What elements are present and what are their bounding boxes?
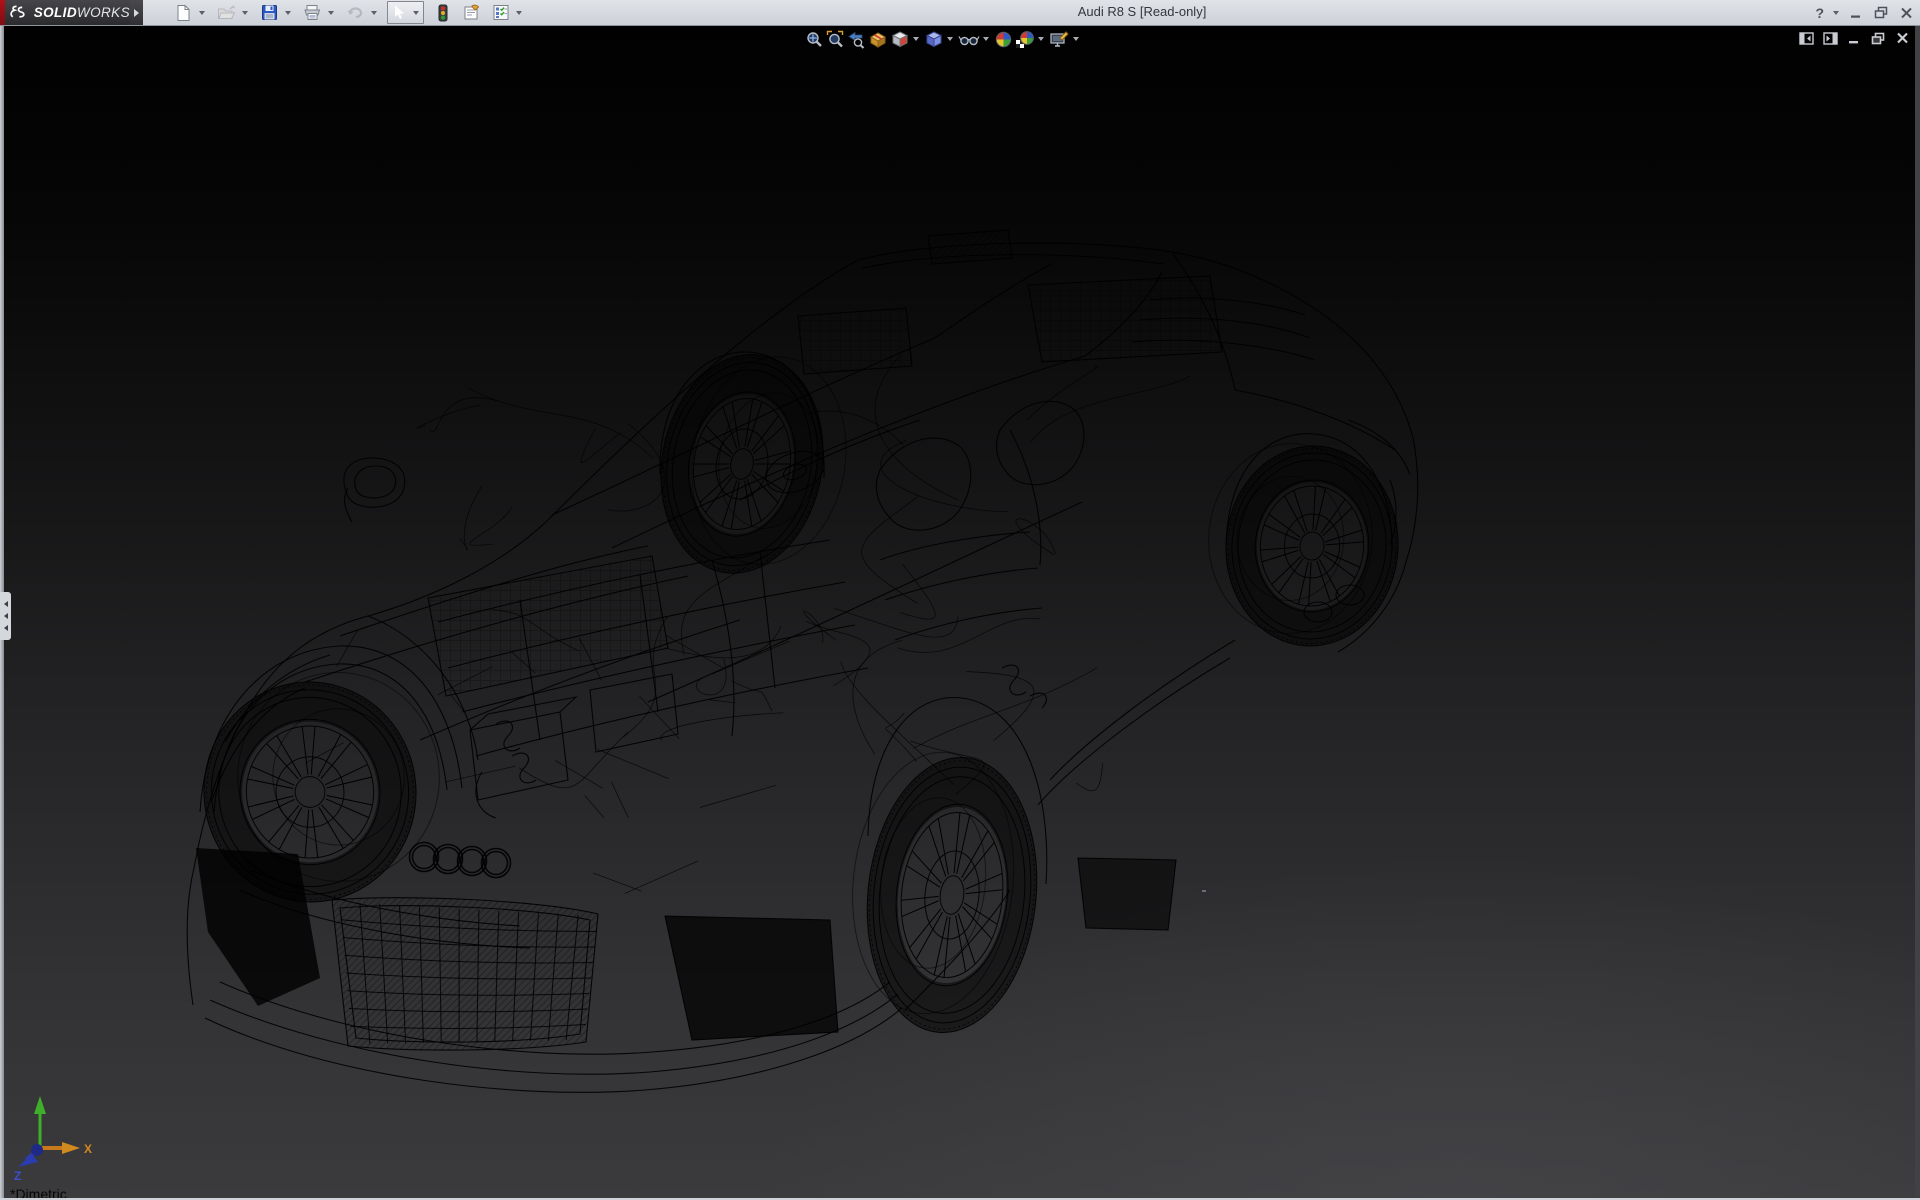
close-button[interactable] bbox=[1898, 5, 1914, 21]
heads-up-view-toolbar bbox=[804, 28, 1083, 50]
document-window-controls bbox=[1798, 30, 1910, 46]
zoom-to-fit-icon bbox=[805, 30, 824, 49]
viewport-right-edge bbox=[1915, 26, 1920, 1196]
section-view-icon bbox=[868, 30, 888, 49]
triad-origin bbox=[31, 1144, 43, 1156]
solidworks-3s-logo-icon bbox=[9, 4, 30, 22]
new-document-button[interactable] bbox=[172, 1, 195, 24]
view-settings-caret[interactable] bbox=[1073, 37, 1079, 41]
undo-dropdown-caret[interactable] bbox=[371, 11, 377, 15]
restore-button[interactable] bbox=[1873, 5, 1889, 21]
options-button[interactable] bbox=[489, 1, 512, 24]
print-dropdown-caret[interactable] bbox=[328, 11, 334, 15]
zoom-to-area-icon bbox=[826, 30, 845, 49]
open-document-button[interactable] bbox=[215, 1, 238, 24]
apply-scene-icon bbox=[1015, 30, 1035, 49]
document-restore-button[interactable] bbox=[1870, 30, 1886, 46]
view-orientation-caret[interactable] bbox=[913, 37, 919, 41]
chevron-left-icon bbox=[4, 625, 8, 631]
save-button[interactable] bbox=[258, 1, 281, 24]
help-dropdown-caret[interactable] bbox=[1833, 11, 1839, 15]
triad-z-label: Z bbox=[14, 1169, 21, 1180]
document-minimize-button[interactable] bbox=[1846, 30, 1862, 46]
chevron-left-icon bbox=[4, 613, 8, 619]
feature-manager-collapsed-tab[interactable] bbox=[0, 592, 11, 640]
print-button[interactable] bbox=[301, 1, 324, 24]
window-controls: ? bbox=[1815, 0, 1914, 25]
minimize-button[interactable] bbox=[1848, 5, 1864, 21]
eyeglasses-icon bbox=[958, 30, 980, 49]
hide-show-items-button[interactable] bbox=[957, 29, 981, 49]
zoom-to-fit-button[interactable] bbox=[804, 29, 825, 49]
minimize-icon bbox=[1850, 7, 1862, 19]
file-properties-icon bbox=[463, 4, 481, 21]
print-icon bbox=[303, 4, 322, 21]
reference-triad: X Z bbox=[6, 1088, 106, 1180]
undo-icon bbox=[346, 4, 365, 21]
apply-scene-caret[interactable] bbox=[1038, 37, 1044, 41]
previous-view-button[interactable] bbox=[846, 29, 867, 49]
view-settings-icon bbox=[1049, 30, 1070, 49]
display-style-button[interactable] bbox=[923, 29, 945, 49]
solidworks-window: SOLIDWORKS bbox=[0, 0, 1920, 1200]
window-title: Audi R8 S [Read-only] bbox=[1078, 4, 1207, 19]
solidworks-logo: SOLIDWORKS bbox=[0, 0, 130, 25]
traffic-light-icon bbox=[438, 4, 448, 22]
wireframe-car-model bbox=[0, 26, 1920, 1198]
document-close-button[interactable] bbox=[1894, 30, 1910, 46]
show-right-pane-button[interactable] bbox=[1822, 30, 1838, 46]
open-folder-icon bbox=[217, 5, 236, 21]
minimize-icon bbox=[1848, 32, 1860, 44]
logo-text: SOLIDWORKS bbox=[34, 5, 130, 20]
chevron-left-icon bbox=[4, 601, 8, 607]
appearance-ball-icon bbox=[994, 30, 1013, 49]
triad-x-arrow bbox=[62, 1142, 80, 1154]
pane-right-icon bbox=[1823, 32, 1838, 45]
apply-scene-button[interactable] bbox=[1014, 29, 1036, 49]
previous-view-icon bbox=[847, 30, 866, 49]
graphics-viewport[interactable]: X Z *Dimetric bbox=[0, 26, 1920, 1198]
help-button[interactable]: ? bbox=[1815, 5, 1824, 21]
view-orientation-cube-icon bbox=[890, 30, 910, 49]
options-checklist-icon bbox=[492, 4, 510, 21]
display-style-cube-icon bbox=[924, 30, 944, 49]
triad-y-arrow bbox=[34, 1096, 46, 1114]
open-dropdown-caret[interactable] bbox=[242, 11, 248, 15]
file-properties-button[interactable] bbox=[460, 1, 483, 24]
logo-red-strip bbox=[0, 0, 5, 25]
select-cursor-icon bbox=[388, 2, 409, 23]
select-tool-button[interactable] bbox=[387, 1, 424, 24]
hide-show-items-caret[interactable] bbox=[983, 37, 989, 41]
undo-button[interactable] bbox=[344, 1, 367, 24]
options-dropdown-caret[interactable] bbox=[516, 11, 522, 15]
restore-icon bbox=[1871, 32, 1885, 45]
edit-appearance-button[interactable] bbox=[993, 29, 1014, 49]
view-settings-button[interactable] bbox=[1048, 29, 1071, 49]
chevron-right-icon bbox=[134, 9, 139, 17]
show-left-pane-button[interactable] bbox=[1798, 30, 1814, 46]
display-style-caret[interactable] bbox=[947, 37, 953, 41]
save-floppy-icon bbox=[261, 4, 278, 21]
title-bar: SOLIDWORKS bbox=[0, 0, 1920, 26]
zoom-to-area-button[interactable] bbox=[825, 29, 846, 49]
new-dropdown-caret[interactable] bbox=[199, 11, 205, 15]
close-icon bbox=[1896, 32, 1909, 44]
new-document-icon bbox=[175, 4, 192, 22]
pane-left-icon bbox=[1799, 32, 1814, 45]
triad-x-label: X bbox=[84, 1142, 92, 1156]
select-dropdown-caret[interactable] bbox=[413, 11, 419, 15]
cursor-speck bbox=[1202, 890, 1206, 892]
standard-toolbar bbox=[172, 0, 532, 25]
close-icon bbox=[1900, 7, 1913, 19]
restore-icon bbox=[1874, 6, 1888, 19]
section-view-button[interactable] bbox=[867, 29, 889, 49]
rebuild-button[interactable] bbox=[431, 1, 454, 24]
save-dropdown-caret[interactable] bbox=[285, 11, 291, 15]
toolbar-expand-button[interactable] bbox=[130, 0, 143, 25]
view-orientation-button[interactable] bbox=[889, 29, 911, 49]
